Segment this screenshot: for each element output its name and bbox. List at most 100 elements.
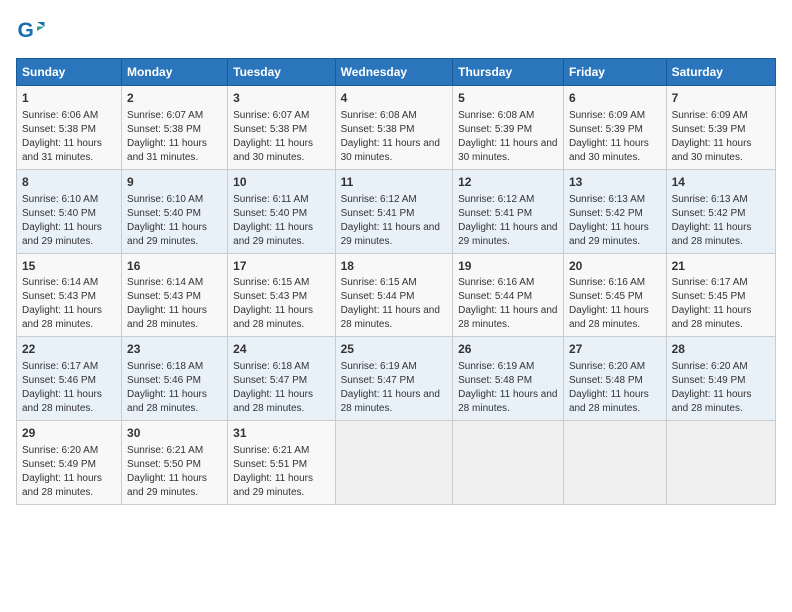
daylight-label: Daylight: 11 hours and 28 minutes.: [127, 389, 207, 414]
sunrise-label: Sunrise: 6:17 AM: [672, 277, 748, 288]
sunset-label: Sunset: 5:47 PM: [233, 375, 307, 386]
daylight-label: Daylight: 11 hours and 28 minutes.: [341, 389, 440, 414]
day-number: 19: [458, 258, 558, 275]
column-header-wednesday: Wednesday: [335, 59, 453, 86]
sunrise-label: Sunrise: 6:10 AM: [22, 194, 98, 205]
sunrise-label: Sunrise: 6:14 AM: [22, 277, 98, 288]
calendar-week-row: 22 Sunrise: 6:17 AM Sunset: 5:46 PM Dayl…: [17, 337, 776, 421]
daylight-label: Daylight: 11 hours and 28 minutes.: [233, 389, 313, 414]
calendar-cell: 1 Sunrise: 6:06 AM Sunset: 5:38 PM Dayli…: [17, 86, 122, 170]
sunset-label: Sunset: 5:39 PM: [672, 124, 746, 135]
sunrise-label: Sunrise: 6:16 AM: [569, 277, 645, 288]
day-number: 4: [341, 90, 448, 107]
daylight-label: Daylight: 11 hours and 28 minutes.: [458, 389, 557, 414]
sunset-label: Sunset: 5:38 PM: [127, 124, 201, 135]
calendar-cell: [335, 421, 453, 505]
day-number: 22: [22, 341, 116, 358]
day-number: 8: [22, 174, 116, 191]
sunset-label: Sunset: 5:39 PM: [569, 124, 643, 135]
daylight-label: Daylight: 11 hours and 30 minutes.: [233, 138, 313, 163]
calendar-cell: 15 Sunrise: 6:14 AM Sunset: 5:43 PM Dayl…: [17, 253, 122, 337]
daylight-label: Daylight: 11 hours and 29 minutes.: [22, 222, 102, 247]
day-number: 6: [569, 90, 661, 107]
daylight-label: Daylight: 11 hours and 28 minutes.: [22, 305, 102, 330]
column-header-tuesday: Tuesday: [228, 59, 335, 86]
svg-text:G: G: [18, 19, 34, 42]
sunset-label: Sunset: 5:44 PM: [341, 291, 415, 302]
calendar-week-row: 15 Sunrise: 6:14 AM Sunset: 5:43 PM Dayl…: [17, 253, 776, 337]
daylight-label: Daylight: 11 hours and 31 minutes.: [22, 138, 102, 163]
header-row: SundayMondayTuesdayWednesdayThursdayFrid…: [17, 59, 776, 86]
sunset-label: Sunset: 5:48 PM: [569, 375, 643, 386]
daylight-label: Daylight: 11 hours and 30 minutes.: [672, 138, 752, 163]
day-number: 23: [127, 341, 222, 358]
daylight-label: Daylight: 11 hours and 29 minutes.: [569, 222, 649, 247]
sunset-label: Sunset: 5:50 PM: [127, 459, 201, 470]
sunset-label: Sunset: 5:42 PM: [672, 208, 746, 219]
sunrise-label: Sunrise: 6:15 AM: [233, 277, 309, 288]
day-number: 25: [341, 341, 448, 358]
calendar-cell: [563, 421, 666, 505]
daylight-label: Daylight: 11 hours and 28 minutes.: [341, 305, 440, 330]
logo: G: [16, 16, 48, 46]
sunset-label: Sunset: 5:47 PM: [341, 375, 415, 386]
daylight-label: Daylight: 11 hours and 30 minutes.: [569, 138, 649, 163]
sunrise-label: Sunrise: 6:20 AM: [672, 361, 748, 372]
day-number: 20: [569, 258, 661, 275]
sunrise-label: Sunrise: 6:13 AM: [569, 194, 645, 205]
sunset-label: Sunset: 5:49 PM: [22, 459, 96, 470]
sunset-label: Sunset: 5:49 PM: [672, 375, 746, 386]
daylight-label: Daylight: 11 hours and 29 minutes.: [458, 222, 557, 247]
calendar-week-row: 1 Sunrise: 6:06 AM Sunset: 5:38 PM Dayli…: [17, 86, 776, 170]
column-header-thursday: Thursday: [453, 59, 564, 86]
sunset-label: Sunset: 5:45 PM: [569, 291, 643, 302]
sunset-label: Sunset: 5:40 PM: [233, 208, 307, 219]
sunset-label: Sunset: 5:51 PM: [233, 459, 307, 470]
sunset-label: Sunset: 5:48 PM: [458, 375, 532, 386]
day-number: 3: [233, 90, 329, 107]
calendar-cell: 2 Sunrise: 6:07 AM Sunset: 5:38 PM Dayli…: [122, 86, 228, 170]
sunrise-label: Sunrise: 6:21 AM: [127, 445, 203, 456]
sunset-label: Sunset: 5:41 PM: [341, 208, 415, 219]
calendar-cell: 18 Sunrise: 6:15 AM Sunset: 5:44 PM Dayl…: [335, 253, 453, 337]
day-number: 1: [22, 90, 116, 107]
sunset-label: Sunset: 5:43 PM: [127, 291, 201, 302]
daylight-label: Daylight: 11 hours and 28 minutes.: [672, 305, 752, 330]
sunset-label: Sunset: 5:40 PM: [22, 208, 96, 219]
calendar-cell: 5 Sunrise: 6:08 AM Sunset: 5:39 PM Dayli…: [453, 86, 564, 170]
sunset-label: Sunset: 5:38 PM: [233, 124, 307, 135]
day-number: 16: [127, 258, 222, 275]
daylight-label: Daylight: 11 hours and 28 minutes.: [22, 389, 102, 414]
calendar-cell: 25 Sunrise: 6:19 AM Sunset: 5:47 PM Dayl…: [335, 337, 453, 421]
day-number: 27: [569, 341, 661, 358]
sunrise-label: Sunrise: 6:10 AM: [127, 194, 203, 205]
calendar-cell: 8 Sunrise: 6:10 AM Sunset: 5:40 PM Dayli…: [17, 169, 122, 253]
sunrise-label: Sunrise: 6:18 AM: [127, 361, 203, 372]
calendar-cell: 24 Sunrise: 6:18 AM Sunset: 5:47 PM Dayl…: [228, 337, 335, 421]
day-number: 9: [127, 174, 222, 191]
sunset-label: Sunset: 5:41 PM: [458, 208, 532, 219]
calendar-cell: 31 Sunrise: 6:21 AM Sunset: 5:51 PM Dayl…: [228, 421, 335, 505]
calendar-cell: 9 Sunrise: 6:10 AM Sunset: 5:40 PM Dayli…: [122, 169, 228, 253]
day-number: 17: [233, 258, 329, 275]
column-header-saturday: Saturday: [666, 59, 775, 86]
sunset-label: Sunset: 5:44 PM: [458, 291, 532, 302]
daylight-label: Daylight: 11 hours and 28 minutes.: [127, 305, 207, 330]
calendar-week-row: 8 Sunrise: 6:10 AM Sunset: 5:40 PM Dayli…: [17, 169, 776, 253]
sunrise-label: Sunrise: 6:13 AM: [672, 194, 748, 205]
sunrise-label: Sunrise: 6:07 AM: [233, 110, 309, 121]
day-number: 2: [127, 90, 222, 107]
day-number: 13: [569, 174, 661, 191]
daylight-label: Daylight: 11 hours and 29 minutes.: [127, 473, 207, 498]
calendar-cell: 20 Sunrise: 6:16 AM Sunset: 5:45 PM Dayl…: [563, 253, 666, 337]
daylight-label: Daylight: 11 hours and 30 minutes.: [458, 138, 557, 163]
day-number: 5: [458, 90, 558, 107]
day-number: 29: [22, 425, 116, 442]
sunset-label: Sunset: 5:45 PM: [672, 291, 746, 302]
day-number: 11: [341, 174, 448, 191]
sunset-label: Sunset: 5:38 PM: [22, 124, 96, 135]
calendar-cell: 26 Sunrise: 6:19 AM Sunset: 5:48 PM Dayl…: [453, 337, 564, 421]
sunset-label: Sunset: 5:43 PM: [22, 291, 96, 302]
sunrise-label: Sunrise: 6:17 AM: [22, 361, 98, 372]
sunrise-label: Sunrise: 6:12 AM: [458, 194, 534, 205]
